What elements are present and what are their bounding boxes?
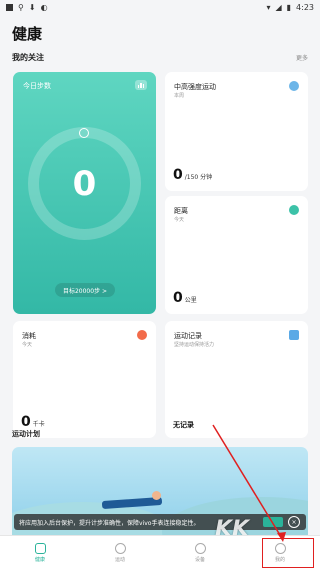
intensity-value-row: 0 /150 分钟: [173, 167, 212, 183]
background-protection-toast: 将应用加入后台保护，提升计步准确性，保障vivo手表连接稳定性。 ×: [14, 514, 306, 530]
plan-title: 运动计划: [12, 430, 40, 438]
calories-title: 消耗: [22, 332, 36, 340]
nav-label: 运动: [114, 556, 125, 563]
battery-icon: ▮: [286, 2, 292, 12]
workout-title: 运动记录: [174, 332, 202, 340]
annotation-highlight-box: [262, 538, 314, 568]
location-pin-icon: [289, 205, 299, 215]
distance-card[interactable]: 距离 今天 0 公里: [165, 196, 308, 314]
calories-card[interactable]: 消耗 今天 0 千卡: [13, 321, 156, 438]
wifi-icon: ▾: [266, 2, 271, 12]
calories-value-row: 0 千卡: [21, 414, 45, 430]
distance-subtitle: 今天: [174, 217, 185, 223]
distance-unit: 公里: [184, 297, 197, 304]
workout-subtitle: 坚持运动保持活力: [174, 342, 215, 348]
clock: 4:23: [296, 2, 314, 12]
notification-icon: [6, 3, 13, 11]
calories-subtitle: 今天: [22, 342, 33, 348]
my-focus-title: 我的关注: [12, 53, 44, 62]
intensity-subtitle: 本周: [174, 93, 185, 99]
calories-unit: 千卡: [32, 421, 45, 428]
my-focus-header: 我的关注 更多: [12, 52, 308, 63]
toast-action-button[interactable]: [263, 517, 283, 527]
steps-card[interactable]: 今日步数 0 目标20000步 >: [13, 72, 156, 314]
bar-chart-icon[interactable]: [135, 80, 147, 90]
nav-sport[interactable]: 运动: [80, 536, 160, 569]
banner-figure-head: [152, 491, 161, 500]
workout-value-row: 无记录: [173, 420, 194, 430]
intensity-card[interactable]: 中高强度运动 本周 0 /150 分钟: [165, 72, 308, 191]
nav-health[interactable]: 健康: [0, 536, 80, 569]
nav-label: 设备: [194, 556, 205, 563]
intensity-unit: /150 分钟: [184, 174, 213, 181]
calories-value: 0: [21, 414, 31, 430]
distance-value: 0: [173, 290, 183, 306]
download-icon: ⬇: [28, 2, 36, 12]
heart-icon: [289, 81, 299, 91]
nav-device[interactable]: 设备: [160, 536, 240, 569]
toast-message: 将应用加入后台保护，提升计步准确性，保障vivo手表连接稳定性。: [19, 519, 200, 527]
watch-icon: [194, 542, 206, 554]
document-icon: [289, 330, 299, 340]
heart-pulse-icon: [34, 542, 46, 554]
intensity-value: 0: [173, 167, 183, 183]
distance-title: 距离: [174, 207, 188, 215]
usb-icon: ⚲: [18, 2, 24, 12]
steps-value: 0: [72, 164, 97, 204]
nav-label: 健康: [34, 556, 45, 563]
more-link[interactable]: 更多: [296, 53, 308, 62]
flame-icon: [137, 330, 147, 340]
runner-icon: [114, 542, 126, 554]
close-icon[interactable]: ×: [288, 516, 300, 528]
distance-value-row: 0 公里: [173, 290, 197, 306]
status-bar: ⚲ ⬇ ◐ ▾ ◢ ▮ 4:23: [0, 0, 320, 14]
steps-title: 今日步数: [23, 82, 51, 90]
android-icon: ◐: [40, 2, 48, 12]
steps-goal-button[interactable]: 目标20000步 >: [55, 283, 115, 297]
signal-icon: ◢: [275, 2, 282, 12]
ring-marker-icon: [79, 128, 89, 138]
intensity-title: 中高强度运动: [174, 83, 216, 91]
page-title: 健康: [12, 25, 43, 43]
workout-value: 无记录: [173, 421, 194, 429]
workout-record-card[interactable]: 运动记录 坚持运动保持活力 无记录: [165, 321, 308, 438]
